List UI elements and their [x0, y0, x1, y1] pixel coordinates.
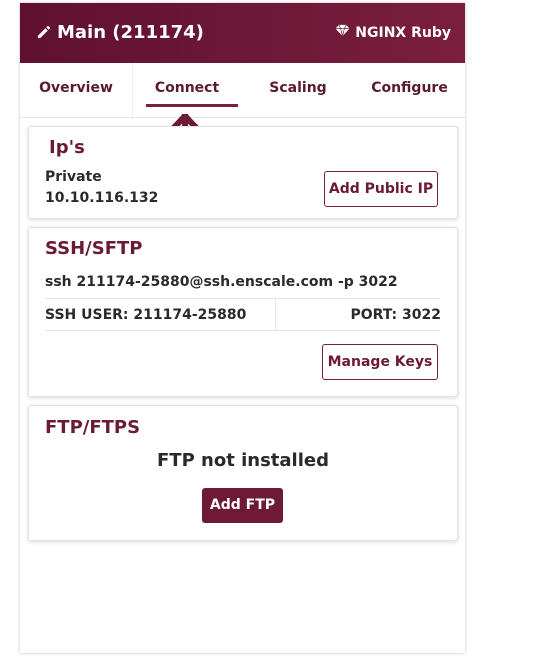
private-ip-label: Private: [45, 169, 102, 185]
divider: [45, 330, 440, 331]
panel-header: Main (211174) NGINX Ruby: [20, 3, 465, 63]
ftp-card: FTP/FTPS FTP not installed Add FTP: [28, 405, 458, 541]
ssh-title: SSH/SFTP: [45, 238, 143, 259]
private-ip-value: 10.10.116.132: [45, 190, 159, 206]
tab-overview[interactable]: Overview: [20, 63, 132, 117]
gem-icon: [335, 24, 350, 41]
ssh-user: SSH USER: 211174-25880: [45, 307, 247, 323]
ssh-card: SSH/SFTP ssh 211174-25880@ssh.enscale.co…: [28, 227, 458, 397]
manage-keys-button[interactable]: Manage Keys: [322, 344, 438, 380]
ftp-title: FTP/FTPS: [45, 417, 141, 438]
runtime-badge: NGINX Ruby: [335, 24, 451, 41]
pencil-icon[interactable]: [36, 25, 51, 40]
ips-card: Ip's Private 10.10.116.132 Add Public IP: [28, 126, 458, 219]
environment-panel: Main (211174) NGINX Ruby Overview Connec…: [20, 3, 465, 653]
header-title[interactable]: Main (211174): [36, 22, 204, 43]
active-tab-indicator: [146, 104, 238, 107]
divider: [45, 298, 440, 299]
tab-connect[interactable]: Connect: [132, 63, 241, 117]
tab-bar: Overview Connect Scaling Configure: [20, 63, 465, 118]
add-public-ip-button[interactable]: Add Public IP: [324, 171, 438, 207]
header-title-text: Main (211174): [57, 22, 204, 43]
runtime-badge-label: NGINX Ruby: [355, 24, 451, 41]
ssh-port: PORT: 3022: [350, 307, 441, 323]
tab-configure[interactable]: Configure: [354, 63, 465, 117]
ssh-command: ssh 211174-25880@ssh.enscale.com -p 3022: [45, 274, 398, 290]
ips-title: Ip's: [49, 137, 85, 158]
tab-scaling[interactable]: Scaling: [242, 63, 354, 117]
ftp-status: FTP not installed: [157, 450, 329, 471]
divider: [275, 298, 276, 330]
add-ftp-button[interactable]: Add FTP: [202, 488, 283, 523]
